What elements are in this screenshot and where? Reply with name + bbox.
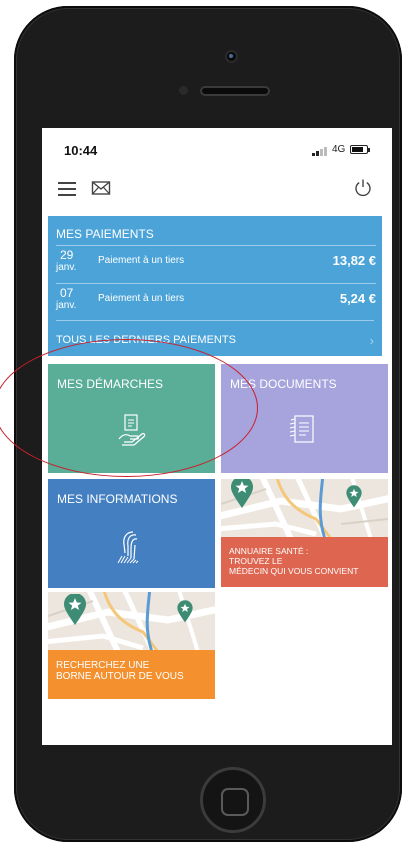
home-button[interactable]: [200, 767, 266, 833]
borne-line: RECHERCHEZ UNE: [56, 660, 150, 671]
network-type: 4G: [332, 144, 346, 155]
chevron-right-icon: ›: [369, 333, 374, 348]
envelope-icon[interactable]: [91, 179, 111, 197]
payment-label: Paiement à un tiers: [98, 293, 185, 304]
payment-amount: 5,24 €: [339, 291, 376, 306]
row-divider: [56, 320, 374, 321]
map-pin-star-icon: [346, 485, 362, 508]
map-pin-star-icon: [231, 479, 253, 508]
payment-row[interactable]: 07 janv. Paiement à un tiers 5,24 €: [56, 283, 376, 315]
payment-day: 07: [60, 286, 74, 300]
annuaire-line: TROUVEZ LE: [229, 556, 283, 566]
payment-row[interactable]: 29 janv. Paiement à un tiers 13,82 €: [56, 245, 376, 277]
tile-recherche-borne[interactable]: RECHERCHEZ UNE BORNE AUTOUR DE VOUS: [48, 592, 215, 699]
front-camera: [227, 52, 236, 61]
payment-month: janv.: [56, 300, 77, 311]
status-bar: 10:44 4G: [42, 128, 392, 168]
payment-day: 29: [60, 248, 74, 262]
all-payments-label: TOUS LES DERNIERS PAIEMENTS: [56, 334, 236, 346]
payments-title: MES PAIEMENTS: [56, 227, 154, 241]
map-pin-star-icon: [64, 594, 86, 625]
earpiece-speaker: [200, 86, 270, 96]
all-payments-link[interactable]: TOUS LES DERNIERS PAIEMENTS ›: [48, 320, 382, 356]
row-divider: [56, 245, 376, 246]
tile-mes-demarches[interactable]: MES DÉMARCHES: [48, 364, 215, 473]
signal-icon: [312, 146, 328, 156]
annuaire-label-band: ANNUAIRE SANTÉ : TROUVEZ LE MÉDECIN QUI …: [221, 537, 388, 587]
hamburger-icon[interactable]: [58, 180, 78, 196]
tile-mes-documents[interactable]: MES DOCUMENTS: [221, 364, 388, 473]
battery-icon: [350, 145, 370, 154]
row-divider: [56, 283, 376, 284]
borne-line: BORNE AUTOUR DE VOUS: [56, 671, 184, 682]
app-screen: 10:44 4G MES PAIEMENTS 29 janv. Paiement…: [42, 128, 392, 745]
tile-annuaire-sante[interactable]: ANNUAIRE SANTÉ : TROUVEZ LE MÉDECIN QUI …: [221, 479, 388, 587]
tile-title: MES INFORMATIONS: [57, 492, 178, 506]
status-time: 10:44: [64, 143, 98, 158]
tile-title: MES DOCUMENTS: [230, 377, 337, 391]
payment-label: Paiement à un tiers: [98, 255, 185, 266]
annuaire-line: ANNUAIRE SANTÉ :: [229, 546, 309, 556]
borne-label-band: RECHERCHEZ UNE BORNE AUTOUR DE VOUS: [48, 650, 215, 699]
documents-icon: [289, 415, 314, 443]
fingerprint-icon: [117, 531, 139, 564]
map-pin-star-icon: [177, 600, 193, 623]
payment-month: janv.: [56, 262, 77, 273]
tile-title: MES DÉMARCHES: [57, 377, 164, 391]
app-header: [42, 170, 392, 210]
payment-amount: 13,82 €: [332, 253, 376, 268]
tile-mes-informations[interactable]: MES INFORMATIONS: [48, 479, 215, 588]
payments-panel: MES PAIEMENTS 29 janv. Paiement à un tie…: [48, 216, 382, 356]
proximity-sensor: [179, 86, 188, 95]
annuaire-line: MÉDECIN QUI VOUS CONVIENT: [229, 566, 359, 576]
power-icon[interactable]: [353, 178, 373, 198]
hand-document-icon: [118, 414, 146, 446]
